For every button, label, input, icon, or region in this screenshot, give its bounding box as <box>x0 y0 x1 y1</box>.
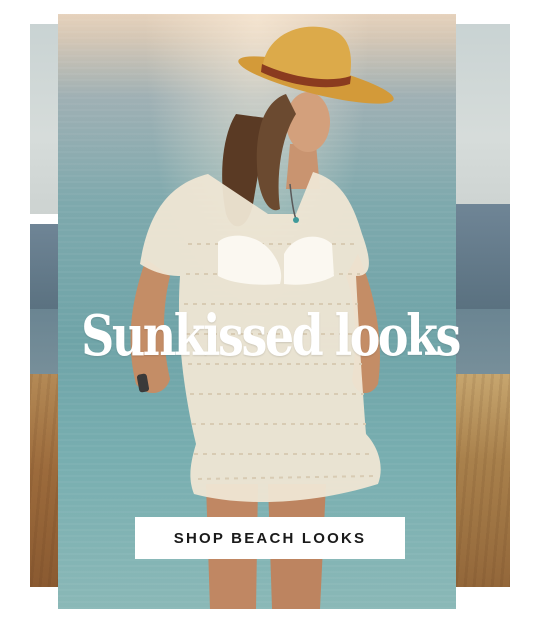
promo-headline: Sunkissed looks <box>81 303 461 369</box>
right-landscape-image <box>455 24 510 587</box>
shop-beach-looks-button[interactable]: SHOP BEACH LOOKS <box>135 517 405 559</box>
